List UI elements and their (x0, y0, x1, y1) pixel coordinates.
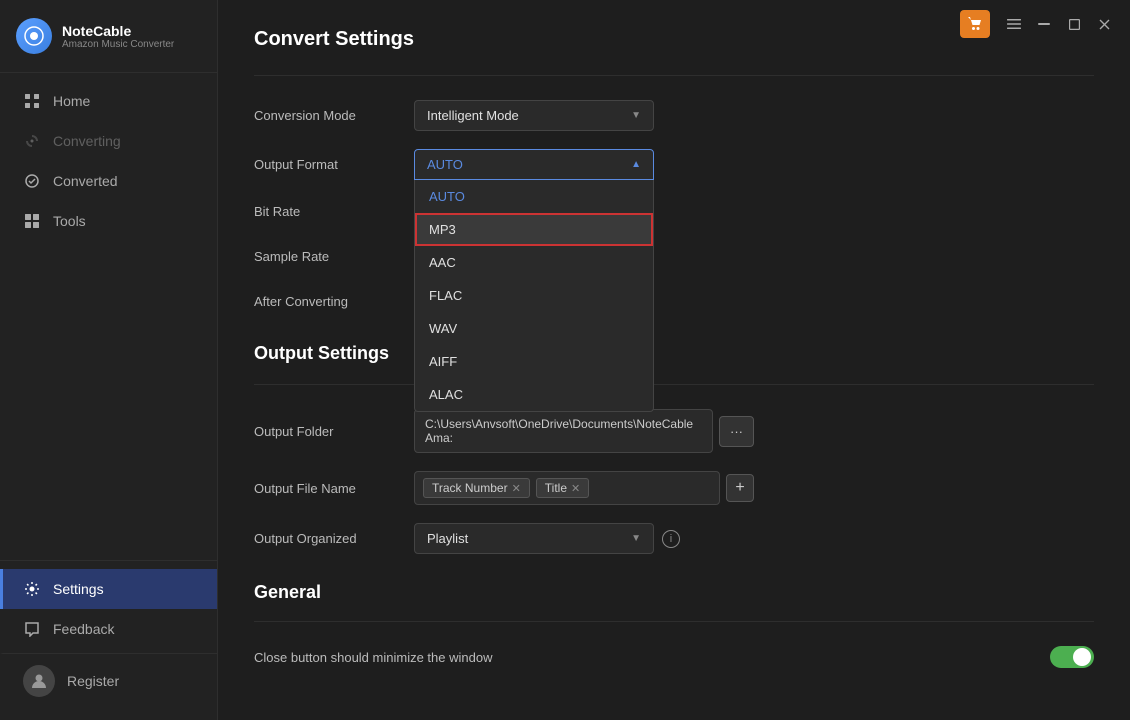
output-organized-value: Playlist (427, 531, 468, 546)
sidebar-item-feedback-label: Feedback (53, 621, 114, 637)
format-option-flac[interactable]: FLAC (415, 279, 653, 312)
main-content: Convert Settings Conversion Mode Intelli… (218, 0, 1130, 720)
sidebar-item-converted[interactable]: Converted (0, 161, 217, 201)
converted-icon (23, 172, 41, 190)
output-folder-input[interactable]: C:\Users\Anvsoft\OneDrive\Documents\Note… (414, 409, 713, 453)
tag-title-label: Title (545, 481, 567, 495)
titlebar-controls (960, 10, 1118, 38)
minimize-button[interactable] (1030, 12, 1058, 36)
output-settings-title: Output Settings (254, 343, 1094, 364)
sidebar-item-register[interactable]: Register (0, 653, 217, 708)
sidebar-item-register-label: Register (67, 673, 119, 689)
sidebar-item-home-label: Home (53, 93, 90, 109)
output-format-value: AUTO (427, 157, 463, 172)
close-button[interactable] (1090, 12, 1118, 36)
sidebar-item-home[interactable]: Home (0, 81, 217, 121)
filename-tags-container[interactable]: Track Number ✕ Title ✕ (414, 471, 720, 505)
tag-tracknumber-close[interactable]: ✕ (512, 482, 521, 495)
output-filename-label: Output File Name (254, 481, 414, 496)
output-folder-control: C:\Users\Anvsoft\OneDrive\Documents\Note… (414, 409, 754, 453)
conversion-mode-row: Conversion Mode Intelligent Mode ▼ (254, 100, 1094, 131)
menu-button[interactable] (1000, 12, 1028, 36)
logo-text-group: NoteCable Amazon Music Converter (62, 23, 174, 50)
output-settings-group: Output Folder C:\Users\Anvsoft\OneDrive\… (254, 409, 1094, 554)
sidebar-item-tools[interactable]: Tools (0, 201, 217, 241)
output-organized-control: Playlist ▼ i (414, 523, 754, 554)
sidebar-item-converted-label: Converted (53, 173, 118, 189)
conversion-mode-control: Intelligent Mode ▼ (414, 100, 754, 131)
close-button-minimize-label: Close button should minimize the window (254, 650, 1050, 665)
sidebar-item-converting[interactable]: Converting (0, 121, 217, 161)
filename-tag-tracknumber: Track Number ✕ (423, 478, 530, 498)
app-logo-icon (16, 18, 52, 54)
settings-icon (23, 580, 41, 598)
add-tag-button[interactable]: + (726, 474, 754, 502)
app-subtitle: Amazon Music Converter (62, 39, 174, 50)
output-folder-row: Output Folder C:\Users\Anvsoft\OneDrive\… (254, 409, 1094, 453)
output-format-dropdown[interactable]: AUTO ▲ (414, 149, 654, 180)
output-organized-dropdown[interactable]: Playlist ▼ (414, 523, 654, 554)
sidebar-bottom: Settings Feedback Register (0, 560, 217, 720)
output-folder-label: Output Folder (254, 424, 414, 439)
sidebar-item-settings[interactable]: Settings (0, 569, 217, 609)
output-organized-row: Output Organized Playlist ▼ i (254, 523, 1094, 554)
browse-button[interactable]: ··· (719, 416, 754, 447)
format-option-aiff[interactable]: AIFF (415, 345, 653, 378)
general-title: General (254, 582, 1094, 603)
conversion-mode-value: Intelligent Mode (427, 108, 519, 123)
sidebar-item-converting-label: Converting (53, 133, 121, 149)
output-filename-row: Output File Name Track Number ✕ Title ✕ … (254, 471, 1094, 505)
convert-settings-group: Conversion Mode Intelligent Mode ▼ Outpu… (254, 100, 1094, 315)
bit-rate-label: Bit Rate (254, 204, 414, 219)
cart-button[interactable] (960, 10, 990, 38)
app-title: NoteCable (62, 23, 174, 39)
organized-info-icon[interactable]: i (662, 530, 680, 548)
output-filename-control: Track Number ✕ Title ✕ + (414, 471, 754, 505)
sidebar-item-feedback[interactable]: Feedback (0, 609, 217, 649)
after-converting-label: After Converting (254, 294, 414, 309)
format-option-alac[interactable]: ALAC (415, 378, 653, 411)
general-close-button-row: Close button should minimize the window (254, 646, 1094, 668)
after-converting-row: After Converting ▼ (254, 288, 1094, 315)
sidebar-item-tools-label: Tools (53, 213, 86, 229)
conversion-mode-arrow: ▼ (631, 110, 641, 121)
output-format-arrow: ▲ (631, 159, 641, 170)
output-folder-value: C:\Users\Anvsoft\OneDrive\Documents\Note… (425, 417, 693, 445)
sidebar-nav: Home Converting Converted (0, 73, 217, 560)
format-option-aac[interactable]: AAC (415, 246, 653, 279)
feedback-icon (23, 620, 41, 638)
conversion-mode-dropdown[interactable]: Intelligent Mode ▼ (414, 100, 654, 131)
maximize-button[interactable] (1060, 12, 1088, 36)
conversion-mode-label: Conversion Mode (254, 108, 414, 123)
format-option-mp3[interactable]: MP3 (415, 213, 653, 246)
output-format-label: Output Format (254, 149, 414, 172)
filename-tag-title: Title ✕ (536, 478, 589, 498)
sample-rate-label: Sample Rate (254, 249, 414, 264)
close-button-toggle[interactable] (1050, 646, 1094, 668)
output-format-menu: AUTO MP3 AAC FLAC WAV AIFF (414, 180, 654, 412)
home-icon (23, 92, 41, 110)
bit-rate-row: Bit Rate ▼ (254, 198, 1094, 225)
sample-rate-row: Sample Rate ▼ (254, 243, 1094, 270)
format-option-wav[interactable]: WAV (415, 312, 653, 345)
sidebar-item-settings-label: Settings (53, 581, 104, 597)
app-logo: NoteCable Amazon Music Converter (0, 0, 217, 73)
organized-arrow: ▼ (631, 533, 641, 544)
output-organized-label: Output Organized (254, 531, 414, 546)
avatar (23, 665, 55, 697)
tag-title-close[interactable]: ✕ (571, 482, 580, 495)
output-format-row: Output Format AUTO ▲ AUTO MP3 AAC (254, 149, 1094, 180)
converting-icon (23, 132, 41, 150)
sidebar: NoteCable Amazon Music Converter Home (0, 0, 218, 720)
format-option-auto[interactable]: AUTO (415, 180, 653, 213)
tag-tracknumber-label: Track Number (432, 481, 508, 495)
output-format-control: AUTO ▲ AUTO MP3 AAC FLAC (414, 149, 754, 180)
tools-icon (23, 212, 41, 230)
